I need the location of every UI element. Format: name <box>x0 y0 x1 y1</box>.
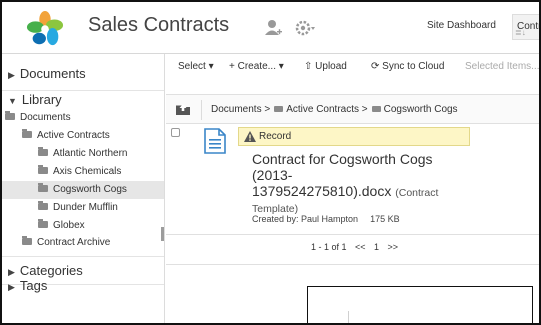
sidebar-heading-label: Categories <box>19 263 83 278</box>
upload-icon: ⇧ <box>304 61 316 72</box>
expand-right-icon: ▶ <box>8 70 15 80</box>
expand-right-icon: ▶ <box>8 267 15 277</box>
gear-icon[interactable] <box>294 17 316 39</box>
tree-item-atlantic-northern[interactable]: Atlantic Northern <box>2 146 164 162</box>
sidebar-heading-label: Documents <box>19 66 86 81</box>
folder-icon <box>22 236 32 245</box>
folder-icon <box>38 219 48 228</box>
document-metadata: Created by: Paul Hampton 175 KB <box>252 214 400 224</box>
folder-icon <box>5 111 15 120</box>
sidebar-divider <box>2 90 164 91</box>
breadcrumb-path: Documents > Active Contracts > Cogsworth C… <box>211 104 458 115</box>
tree-item-label: Axis Chemicals <box>53 166 122 177</box>
document-title-line: Contract for Cogsworth Cogs <box>252 151 433 167</box>
sync-to-cloud-button[interactable]: ⟳ Sync to Cloud <box>371 61 444 72</box>
tree-item-label: Contract Archive <box>37 237 111 248</box>
sidebar-heading-label: Library <box>21 92 62 107</box>
create-menu-button[interactable]: + Create... ▾ <box>229 61 284 72</box>
word-document-icon[interactable] <box>204 128 226 154</box>
site-dashboard-link[interactable]: Site Dashboard <box>427 20 496 31</box>
folder-icon <box>38 201 48 210</box>
sidebar: ▶ Documents ▼ Library Documents Active Con… <box>2 54 165 323</box>
tree-item-label: Globex <box>53 220 85 231</box>
row-select-checkbox[interactable] <box>171 128 180 137</box>
tree-item-axis-chemicals[interactable]: Axis Chemicals <box>2 164 164 180</box>
paginator-range: 1 - 1 of 1 <box>310 242 347 252</box>
expand-down-icon: ▼ <box>8 96 17 106</box>
sort-icon[interactable]: ≣↓ <box>515 28 526 37</box>
pager-divider <box>166 264 539 265</box>
document-title-line: 1379524275810).docx <box>252 183 392 199</box>
tree-item-active-contracts[interactable]: Active Contracts <box>2 128 164 144</box>
site-header: Sales Contracts Site Dashboard Contr <box>2 2 539 54</box>
sync-icon: ⟳ <box>371 61 383 72</box>
folder-up-icon[interactable] <box>176 104 190 115</box>
sync-label: Sync to Cloud <box>382 61 445 72</box>
member-icon[interactable] <box>264 19 282 37</box>
paginator-prev[interactable]: << <box>355 242 366 252</box>
folder-icon <box>371 106 381 112</box>
tree-item-globex[interactable]: Globex <box>2 218 164 234</box>
breadcrumb-divider <box>201 100 202 120</box>
breadcrumb-separator: > <box>361 104 368 115</box>
tree-item-documents[interactable]: Documents <box>2 110 164 126</box>
sidebar-documents-heading[interactable]: ▶ Documents <box>8 66 86 81</box>
upload-button[interactable]: ⇧ Upload <box>304 61 347 72</box>
paginator-next[interactable]: >> <box>388 242 399 252</box>
dialog-divider <box>348 311 349 323</box>
sidebar-tags-heading[interactable]: ▶ Tags <box>8 278 47 293</box>
selected-items-menu[interactable]: Selected Items... <box>465 61 539 72</box>
sidebar-divider <box>2 256 164 257</box>
warning-icon <box>244 131 256 142</box>
document-title-link[interactable]: Contract for Cogsworth Cogs (2013- 13795… <box>252 151 452 217</box>
tree-item-contract-archive[interactable]: Contract Archive <box>2 235 164 251</box>
folder-icon <box>38 147 48 156</box>
breadcrumb-separator: > <box>264 104 271 115</box>
overlay-dialog <box>307 286 533 323</box>
document-toolbar: Select ▾ + Create... ▾ ⇧ Upload ⟳ Sync t… <box>166 54 539 86</box>
tree-item-label: Documents <box>20 112 71 123</box>
document-created-by: Created by: Paul Hampton <box>252 214 359 224</box>
sidebar-resize-handle[interactable] <box>161 227 164 241</box>
record-badge: Record <box>238 127 470 146</box>
sidebar-categories-heading[interactable]: ▶ Categories <box>8 263 83 278</box>
tree-item-label: Dunder Mufflin <box>53 202 118 213</box>
record-label: Record <box>259 131 292 142</box>
breadcrumb: Documents > Active Contracts > Cogsworth C… <box>166 94 539 124</box>
document-template-note: (Contract <box>395 187 439 199</box>
breadcrumb-documents[interactable]: Documents <box>211 104 262 115</box>
row-divider <box>166 234 539 235</box>
select-menu-button[interactable]: Select ▾ <box>178 61 214 72</box>
document-title-line: (2013- <box>252 167 293 183</box>
paginator-page[interactable]: 1 <box>374 242 379 252</box>
folder-icon <box>38 183 48 192</box>
breadcrumb-active-contracts[interactable]: Active Contracts <box>286 104 359 115</box>
site-logo-icon[interactable] <box>26 10 64 48</box>
folder-icon <box>22 129 32 138</box>
tree-item-label: Atlantic Northern <box>53 148 128 159</box>
document-size: 175 KB <box>370 214 400 224</box>
tree-item-label: Active Contracts <box>37 130 110 141</box>
sidebar-library-heading[interactable]: ▼ Library <box>8 92 62 107</box>
folder-icon <box>274 106 284 112</box>
document-row[interactable]: Record Contract for Cogsworth Cogs (2013… <box>166 124 539 232</box>
app-window: Sales Contracts Site Dashboard Contr ▶ Do… <box>0 0 541 325</box>
folder-icon <box>38 165 48 174</box>
upload-label: Upload <box>315 61 347 72</box>
sidebar-heading-label: Tags <box>19 278 48 293</box>
tree-item-dunder-mufflin[interactable]: Dunder Mufflin <box>2 200 164 216</box>
tree-item-label: Cogsworth Cogs <box>53 184 127 195</box>
tree-item-cogsworth-cogs[interactable]: Cogsworth Cogs <box>2 181 164 199</box>
breadcrumb-cogsworth-cogs: Cogsworth Cogs <box>383 104 458 115</box>
expand-right-icon: ▶ <box>8 282 15 292</box>
site-title: Sales Contracts <box>88 14 230 36</box>
paginator: 1 - 1 of 1 << 1 >> <box>166 242 539 260</box>
